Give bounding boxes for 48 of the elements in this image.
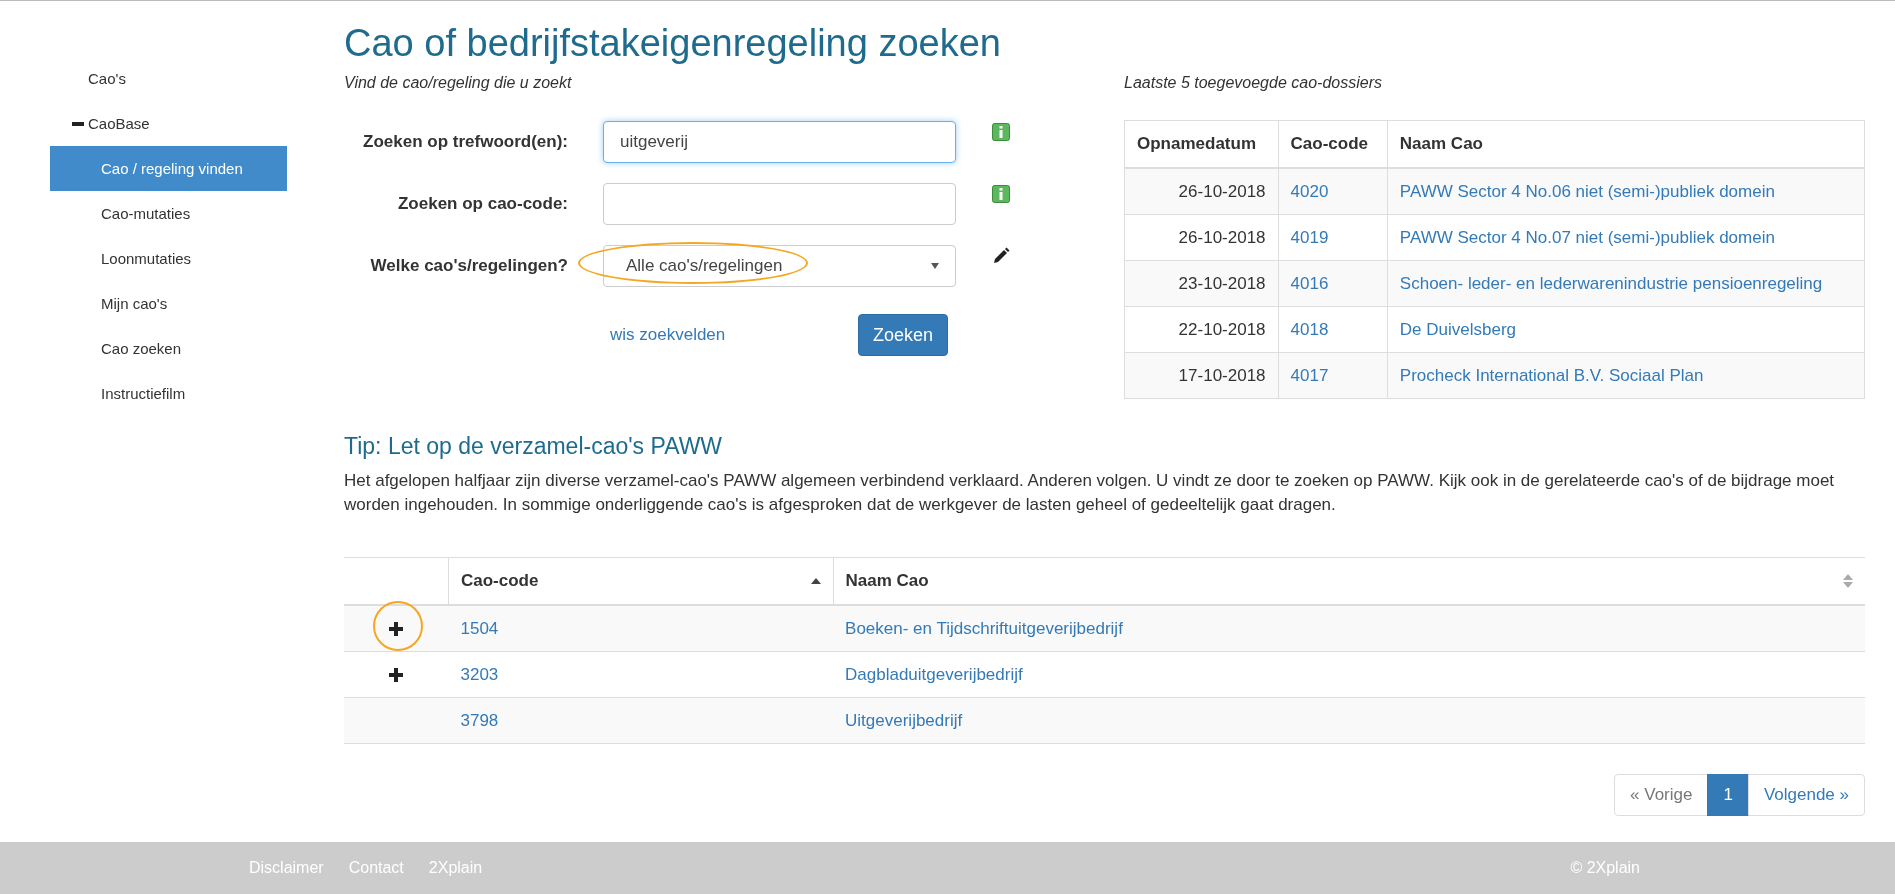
cao-code-link[interactable]: 4020 bbox=[1290, 181, 1329, 201]
table-cell: 17-10-2018 bbox=[1124, 352, 1279, 399]
sidebar-item[interactable]: Cao-mutaties bbox=[50, 191, 287, 236]
field-label: Zoeken op trefwoord(en): bbox=[362, 132, 569, 152]
cao-code-link[interactable]: 4017 bbox=[1290, 365, 1329, 385]
collapse-icon[interactable] bbox=[72, 121, 84, 126]
plus-icon[interactable] bbox=[389, 621, 403, 636]
cao-code-link[interactable]: 1504 bbox=[460, 618, 499, 638]
cao-name-link[interactable]: De Duivelsberg bbox=[1399, 319, 1517, 339]
sidebar-item[interactable]: Cao / regeling vinden bbox=[50, 146, 287, 191]
sidebar-item[interactable]: Cao zoeken bbox=[50, 326, 287, 371]
cao-code-link[interactable]: 4018 bbox=[1290, 319, 1329, 339]
search-button[interactable]: Zoeken bbox=[858, 314, 949, 356]
cao-code-link[interactable]: 4019 bbox=[1290, 227, 1329, 247]
page-title: Cao of bedrijfstakeigenregeling zoeken bbox=[344, 21, 1002, 65]
info-icon bbox=[992, 185, 1010, 203]
info-icon bbox=[992, 123, 1010, 141]
tip-heading: Tip: Let op de verzamel-cao's PAWW bbox=[344, 432, 724, 461]
tip-paragraph: Het afgelopen halfjaar zijn diverse verzamel-cao's PAWW algemeen verbindend verklaard. Anderen volgen. U vindt ze door te zoeken op PAWW. Kijk ook in de gerelateerde cao's of de bijdrage moet worden ingehouden. In sommige onderliggende cao's is afgesproken dat de werkgever de lasten geheel of gedeeltelijk gaat dragen. bbox=[344, 470, 1836, 516]
sidebar-item[interactable]: Mijn cao's bbox=[50, 281, 287, 326]
field-label: Welke cao's/regelingen? bbox=[369, 256, 569, 276]
subtitle: Vind de cao/regeling die u zoekt bbox=[344, 73, 573, 93]
table-cell: 26-10-2018 bbox=[1124, 168, 1279, 215]
plus-icon[interactable] bbox=[389, 667, 403, 682]
clear-fields-link[interactable]: wis zoekvelden bbox=[610, 325, 858, 345]
cao-code-link[interactable]: 3203 bbox=[460, 664, 499, 684]
sidebar-item[interactable]: Cao's bbox=[50, 56, 287, 101]
next-page-button[interactable]: Volgende » bbox=[1747, 774, 1865, 816]
cao-name-link[interactable]: Boeken- en Tijdschriftuitgeverijbedrijf bbox=[845, 618, 1123, 638]
sidebar-item[interactable]: CaoBase bbox=[50, 101, 287, 146]
cao-code-link[interactable]: 4016 bbox=[1290, 273, 1329, 293]
recent-title: Laatste 5 toegevoegde cao-dossiers bbox=[1124, 73, 1383, 93]
table-cell: 26-10-2018 bbox=[1124, 214, 1279, 261]
input-field[interactable] bbox=[603, 183, 956, 225]
page-button[interactable]: 1 bbox=[1707, 774, 1749, 816]
field-label: Zoeken op cao-code: bbox=[396, 194, 569, 214]
pencil-icon bbox=[992, 247, 1010, 265]
table-cell: 22-10-2018 bbox=[1124, 306, 1279, 353]
sidebar-item[interactable]: Instructiefilm bbox=[50, 371, 287, 416]
cao-code-link[interactable]: 3798 bbox=[460, 710, 499, 730]
column-header[interactable]: Naam Cao bbox=[845, 571, 929, 591]
input-field[interactable]: uitgeverij bbox=[603, 121, 956, 163]
column-header[interactable]: Cao-code bbox=[461, 571, 539, 591]
cao-name-link[interactable]: Uitgeverijbedrijf bbox=[845, 710, 963, 730]
cao-name-link[interactable]: Dagbladuitgeverijbedrijf bbox=[845, 664, 1023, 684]
sidebar-item[interactable]: Loonmutaties bbox=[50, 236, 287, 281]
select-dropdown[interactable]: Alle cao's/regelingen bbox=[603, 245, 956, 287]
table-cell: 23-10-2018 bbox=[1124, 260, 1279, 307]
